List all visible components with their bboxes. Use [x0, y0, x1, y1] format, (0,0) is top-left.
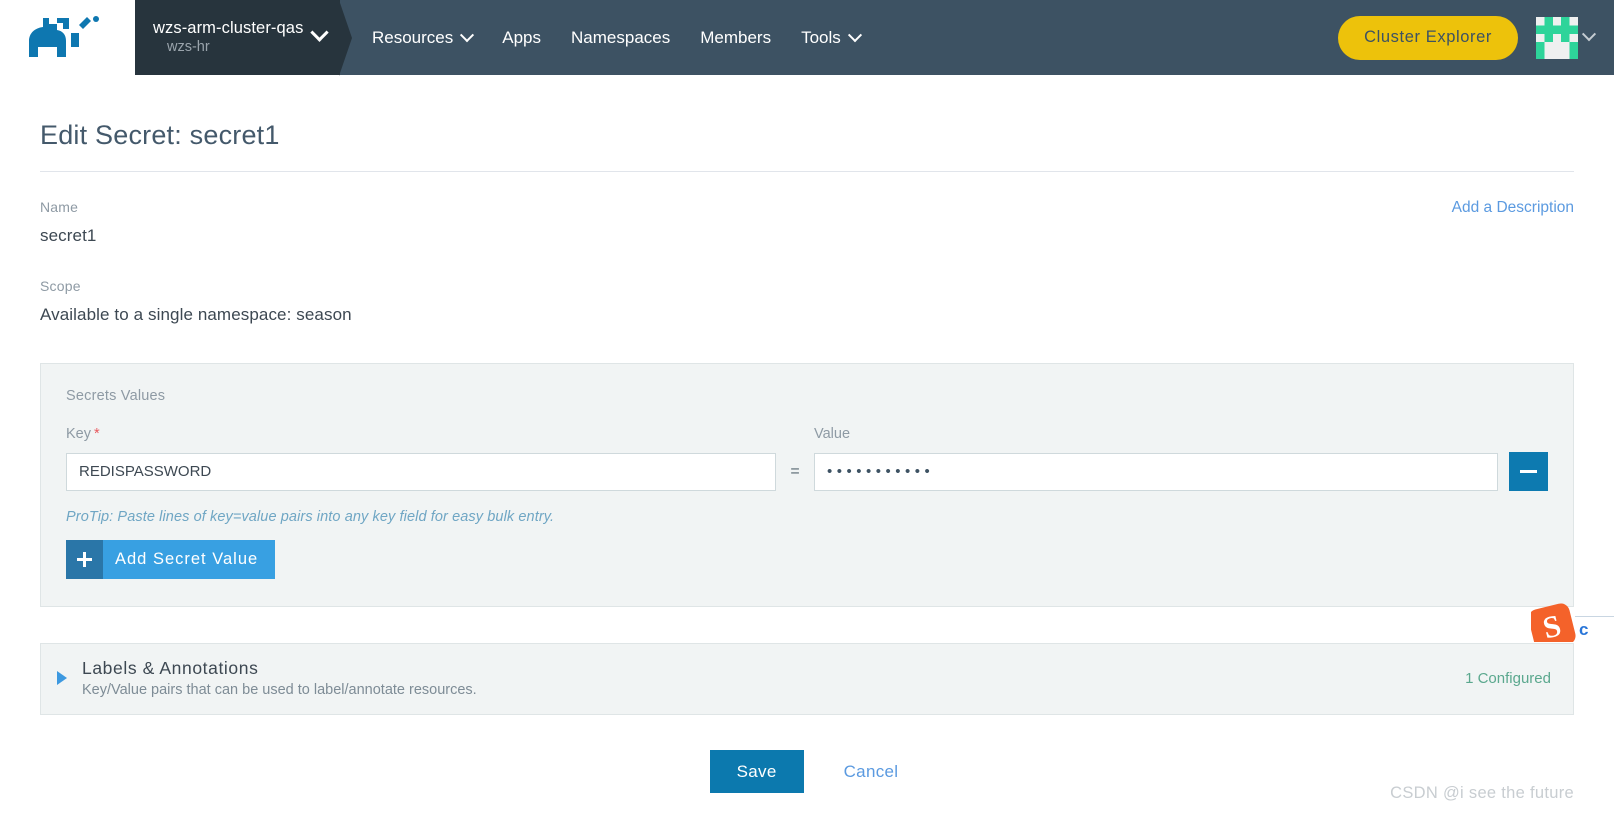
- chevron-down-icon: [1581, 26, 1597, 47]
- nav-item-members[interactable]: Members: [700, 28, 771, 48]
- top-header: wzs-arm-cluster-qas wzs-hr Resources App…: [0, 0, 1614, 76]
- form-actions: Save Cancel: [40, 750, 1574, 793]
- user-menu[interactable]: [1536, 16, 1597, 59]
- cluster-picker[interactable]: wzs-arm-cluster-qas wzs-hr: [135, 0, 340, 75]
- main-nav: Resources Apps Namespaces Members Tools: [352, 0, 1338, 75]
- secrets-values-panel: Secrets Values Key* Value = ProTip: Past…: [40, 363, 1574, 607]
- scope-row: Scope Available to a single namespace: s…: [40, 246, 1574, 325]
- add-description-link[interactable]: Add a Description: [1452, 199, 1574, 217]
- cancel-button[interactable]: Cancel: [838, 761, 905, 783]
- user-identicon-avatar: [1536, 16, 1578, 59]
- equals-column-spacer: [776, 426, 814, 442]
- labels-annotations-status: 1 Configured: [1465, 669, 1551, 687]
- nav-item-label: Resources: [372, 27, 454, 47]
- labels-annotations-text: Labels & Annotations Key/Value pairs tha…: [82, 658, 1465, 698]
- cluster-explorer-button[interactable]: Cluster Explorer: [1338, 15, 1518, 60]
- secret-key-input[interactable]: [66, 452, 776, 491]
- scope-label: Scope: [40, 278, 81, 294]
- plus-icon: [66, 540, 103, 579]
- cluster-picker-text: wzs-arm-cluster-qas wzs-hr: [153, 19, 307, 56]
- chevron-down-icon: [460, 27, 475, 48]
- equals-sign: =: [790, 462, 800, 480]
- breadcrumb-arrow: [339, 0, 352, 76]
- protip-text: ProTip: Paste lines of key=value pairs i…: [66, 509, 555, 525]
- secret-row: =: [66, 452, 1548, 491]
- key-header-label: Key: [66, 426, 91, 442]
- key-column-header: Key *: [66, 426, 776, 442]
- chevron-down-icon: [310, 22, 329, 47]
- page-body: Edit Secret: secret1 Name secret1 Add a …: [0, 75, 1614, 793]
- rancher-cow-logo[interactable]: [27, 15, 109, 61]
- triangle-right-icon: [57, 671, 67, 685]
- logo-zone: [0, 0, 135, 75]
- add-secret-value-button[interactable]: Add Secret Value: [66, 540, 276, 579]
- kv-column-headers: Key * Value: [66, 426, 1548, 442]
- secret-value-input[interactable]: [814, 452, 1498, 491]
- chevron-down-icon: [847, 27, 862, 48]
- cluster-name: wzs-arm-cluster-qas: [153, 19, 304, 38]
- name-row: Name secret1 Add a Description: [40, 172, 1574, 246]
- watermark-text: CSDN @i see the future: [1390, 784, 1574, 802]
- labels-annotations-title: Labels & Annotations: [82, 658, 259, 678]
- remove-secret-row-button[interactable]: [1509, 452, 1548, 491]
- labels-annotations-subtitle: Key/Value pairs that can be used to labe…: [82, 682, 477, 698]
- page-title: Edit Secret: secret1: [40, 120, 280, 150]
- secrets-values-title: Secrets Values: [66, 388, 166, 404]
- name-value: secret1: [40, 226, 97, 245]
- cluster-subname: wzs-hr: [167, 39, 210, 56]
- nav-item-label: Apps: [502, 27, 542, 47]
- nav-item-label: Tools: [801, 27, 841, 47]
- nav-item-apps[interactable]: Apps: [502, 28, 541, 48]
- labels-annotations-accordion[interactable]: Labels & Annotations Key/Value pairs tha…: [40, 643, 1574, 715]
- value-column-header: Value: [814, 426, 851, 442]
- scope-value: Available to a single namespace: season: [40, 305, 352, 324]
- nav-item-label: Namespaces: [571, 27, 671, 47]
- nav-item-namespaces[interactable]: Namespaces: [571, 28, 670, 48]
- header-right-actions: Cluster Explorer: [1338, 0, 1614, 75]
- add-secret-value-label: Add Secret Value: [103, 540, 276, 579]
- nav-item-resources[interactable]: Resources: [372, 27, 475, 48]
- nav-item-label: Members: [700, 27, 772, 47]
- required-asterisk: *: [94, 426, 100, 442]
- save-button[interactable]: Save: [709, 750, 804, 793]
- name-label: Name: [40, 199, 79, 215]
- nav-item-tools[interactable]: Tools: [801, 27, 862, 48]
